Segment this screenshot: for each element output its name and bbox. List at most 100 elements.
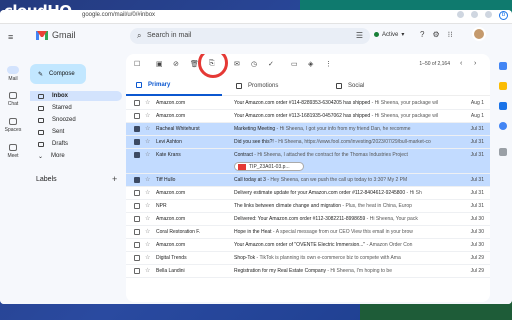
rail-chat[interactable]: Chat — [0, 92, 26, 107]
table-row[interactable]: ☆ Amazon.com Your Amazon.com order #113-16… — [126, 110, 490, 123]
search-options-icon[interactable]: ☰ — [356, 31, 363, 40]
calendar-icon[interactable] — [499, 62, 507, 70]
search-icon[interactable]: ⌕ — [137, 31, 141, 41]
url-text[interactable]: google.com/mail/u/0/#inbox — [82, 12, 155, 18]
sidebar-item-inbox[interactable]: Inbox — [30, 91, 122, 101]
avatar[interactable] — [472, 27, 486, 41]
table-row[interactable]: ☆ Kate Krans Contract - Hi Sheena, I attac… — [126, 149, 490, 174]
hamburger-menu-icon[interactable]: ≡ — [8, 32, 13, 42]
subject: Your Amazon.com order #114-8289353-63042… — [234, 100, 371, 106]
table-row[interactable]: ☆ Levi Ashton Did you see this?! - Hi Shee… — [126, 136, 490, 149]
tab-primary[interactable]: Primary — [126, 76, 222, 96]
star-icon[interactable]: ☆ — [145, 99, 150, 106]
tab-promotions[interactable]: Promotions — [226, 76, 278, 96]
category-tabs: Primary Promotions Social — [126, 76, 490, 96]
sender: Tiff Hullo — [156, 177, 176, 183]
row-checkbox[interactable] — [134, 229, 140, 235]
star-icon[interactable]: ☆ — [145, 228, 150, 235]
pdf-icon — [238, 164, 246, 170]
prev-page-icon[interactable]: ‹ — [460, 60, 462, 67]
help-icon[interactable]: ? — [420, 30, 424, 39]
rail-spaces[interactable]: Spaces — [0, 118, 26, 133]
row-checkbox[interactable] — [134, 242, 140, 248]
add-app-icon[interactable] — [499, 148, 507, 156]
add-task-icon[interactable]: ✓ — [268, 60, 274, 68]
address-bar[interactable]: google.com/mail/u/0/#inbox b — [0, 10, 512, 24]
move-to-icon[interactable]: ▭ — [291, 60, 298, 68]
sidebar-item-drafts[interactable]: Drafts — [30, 139, 122, 149]
sidebar-item-sent[interactable]: Sent — [30, 127, 122, 137]
top-icons: ? ⚙ ⁝⁝ — [420, 30, 453, 39]
archive-icon[interactable]: ▣ — [156, 60, 163, 68]
date: Jul 31 — [470, 203, 484, 209]
table-row[interactable]: ☆ NPR The links between climate change and… — [126, 200, 490, 213]
star-icon[interactable]: ☆ — [145, 112, 150, 119]
next-page-icon[interactable]: › — [474, 60, 476, 67]
row-checkbox[interactable] — [134, 268, 140, 274]
row-checkbox[interactable] — [134, 177, 140, 183]
contacts-icon[interactable] — [499, 122, 507, 130]
search-bar[interactable]: ⌕ Search in mail ☰ — [130, 28, 370, 44]
label-icon[interactable]: ◈ — [308, 60, 313, 68]
table-row[interactable]: ☆ Racheal Whitehurst Marketing Meeting - H… — [126, 123, 490, 136]
table-row[interactable]: ☆ Amazon.com Your Amazon.com order #114-82… — [126, 97, 490, 110]
star-icon[interactable]: ☆ — [145, 202, 150, 209]
subject: Delivered: Your Amazon.com order #112-30… — [234, 216, 366, 222]
table-row[interactable]: ☆ Amazon.com Your Amazon.com order of "OVE… — [126, 239, 490, 252]
subject: Hope in the Heat — [234, 229, 272, 235]
gmail-m-icon — [36, 30, 48, 40]
collections-icon[interactable] — [485, 11, 492, 18]
row-checkbox[interactable] — [134, 255, 140, 261]
rail-mail[interactable]: Mail — [0, 66, 26, 82]
gear-icon[interactable]: ⚙ — [432, 30, 439, 39]
star-icon[interactable]: ☆ — [145, 151, 150, 158]
row-checkbox[interactable] — [134, 113, 140, 119]
row-checkbox[interactable] — [134, 203, 140, 209]
star-icon[interactable]: ☆ — [145, 215, 150, 222]
apps-grid-icon[interactable]: ⁝⁝ — [448, 30, 453, 39]
select-all-checkbox[interactable]: ☐ — [134, 60, 140, 68]
more-options-icon[interactable]: ⋮ — [325, 60, 332, 68]
star-icon[interactable]: ☆ — [145, 254, 150, 261]
table-row[interactable]: ☆ Amazon.com Delivery estimate update for … — [126, 187, 490, 200]
compose-button[interactable]: ✎ Compose — [30, 64, 86, 84]
row-checkbox[interactable] — [134, 190, 140, 196]
search-input[interactable]: Search in mail — [147, 32, 191, 39]
star-icon[interactable]: ☆ — [145, 189, 150, 196]
bing-icon[interactable]: b — [499, 11, 508, 20]
sidebar-item-more[interactable]: ⌄ More — [30, 151, 122, 161]
table-row[interactable]: ☆ Tiff Hullo Call today at 3 - Hey Sheena,… — [126, 174, 490, 187]
attachment-chip[interactable]: TIP_23A01-03.p... — [234, 162, 304, 171]
row-checkbox[interactable] — [134, 139, 140, 145]
keep-icon[interactable] — [499, 82, 507, 90]
table-row[interactable]: ☆ Coral Restoration F. Hope in the Heat - … — [126, 226, 490, 239]
row-checkbox[interactable] — [134, 216, 140, 222]
gmail-logo[interactable]: Gmail — [36, 30, 76, 40]
tab-label: Primary — [148, 82, 171, 88]
table-row[interactable]: ☆ Amazon.com Delivered: Your Amazon.com or… — [126, 213, 490, 226]
sidebar-item-snoozed[interactable]: Snoozed — [30, 115, 122, 125]
star-icon[interactable]: ☆ — [145, 125, 150, 132]
favorites-icon[interactable] — [471, 11, 478, 18]
add-label-icon[interactable]: + — [112, 174, 117, 184]
table-row[interactable]: ☆ Bella Landini Registration for my Real E… — [126, 265, 490, 278]
extension-icon[interactable] — [457, 11, 464, 18]
sidebar-item-starred[interactable]: Starred — [30, 103, 122, 113]
row-checkbox[interactable] — [134, 126, 140, 132]
gmail-title: Gmail — [52, 30, 76, 40]
table-row[interactable]: ☆ Digital Trends Shop-Tok - TikTok is plan… — [126, 252, 490, 265]
row-checkbox[interactable] — [134, 100, 140, 106]
report-spam-icon[interactable]: ⊘ — [173, 60, 179, 68]
tasks-icon[interactable] — [499, 102, 507, 110]
star-icon[interactable]: ☆ — [145, 241, 150, 248]
snooze-icon[interactable]: ◷ — [251, 60, 257, 68]
star-icon[interactable]: ☆ — [145, 176, 150, 183]
email-list: ☆ Amazon.com Your Amazon.com order #114-82… — [126, 97, 490, 278]
tab-social[interactable]: Social — [326, 76, 364, 96]
row-checkbox[interactable] — [134, 152, 140, 158]
star-icon[interactable]: ☆ — [145, 138, 150, 145]
star-icon[interactable]: ☆ — [145, 267, 150, 274]
status-selector[interactable]: Active ▾ — [374, 31, 404, 38]
rail-meet[interactable]: Meet — [0, 144, 26, 159]
mark-unread-icon[interactable]: ✉ — [234, 60, 240, 68]
